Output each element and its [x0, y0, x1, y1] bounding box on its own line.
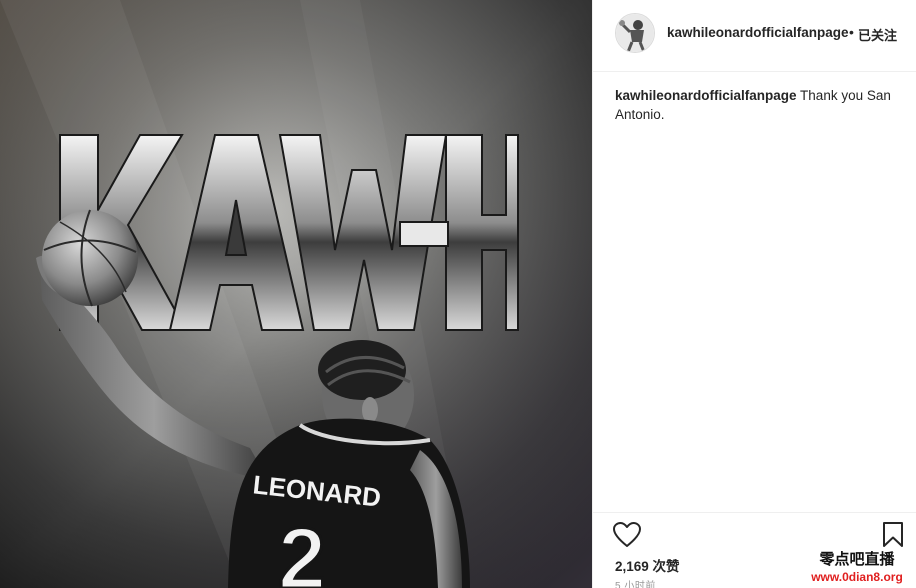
- header-username[interactable]: kawhileonardofficialfanpage: [667, 25, 849, 40]
- watermark: 零点吧直播 www.0dian8.org: [799, 551, 915, 585]
- post-image[interactable]: LEONARD 2: [0, 0, 592, 588]
- likes-count[interactable]: 2,169 次赞: [615, 555, 680, 575]
- caption-username[interactable]: kawhileonardofficialfanpage: [615, 88, 797, 103]
- follow-button[interactable]: 已关注: [858, 25, 897, 44]
- actions-divider: [593, 512, 916, 513]
- post-caption: kawhileonardofficialfanpage Thank you Sa…: [615, 86, 905, 124]
- avatar[interactable]: [615, 13, 655, 53]
- watermark-url: www.0dian8.org: [811, 570, 903, 584]
- post-sidebar: kawhileonardofficialfanpage • 已关注 kawhil…: [592, 0, 916, 588]
- watermark-title: 零点吧直播: [819, 551, 895, 568]
- header-separator: •: [849, 24, 854, 40]
- instagram-post-view: LEONARD 2 kawhileonardofficialfanpage • …: [0, 0, 916, 588]
- heart-icon[interactable]: [613, 522, 641, 548]
- jersey-number: 2: [278, 511, 326, 588]
- bookmark-icon[interactable]: [882, 522, 904, 548]
- post-header: kawhileonardofficialfanpage • 已关注: [593, 0, 916, 72]
- post-timestamp: 5 小时前: [615, 581, 656, 588]
